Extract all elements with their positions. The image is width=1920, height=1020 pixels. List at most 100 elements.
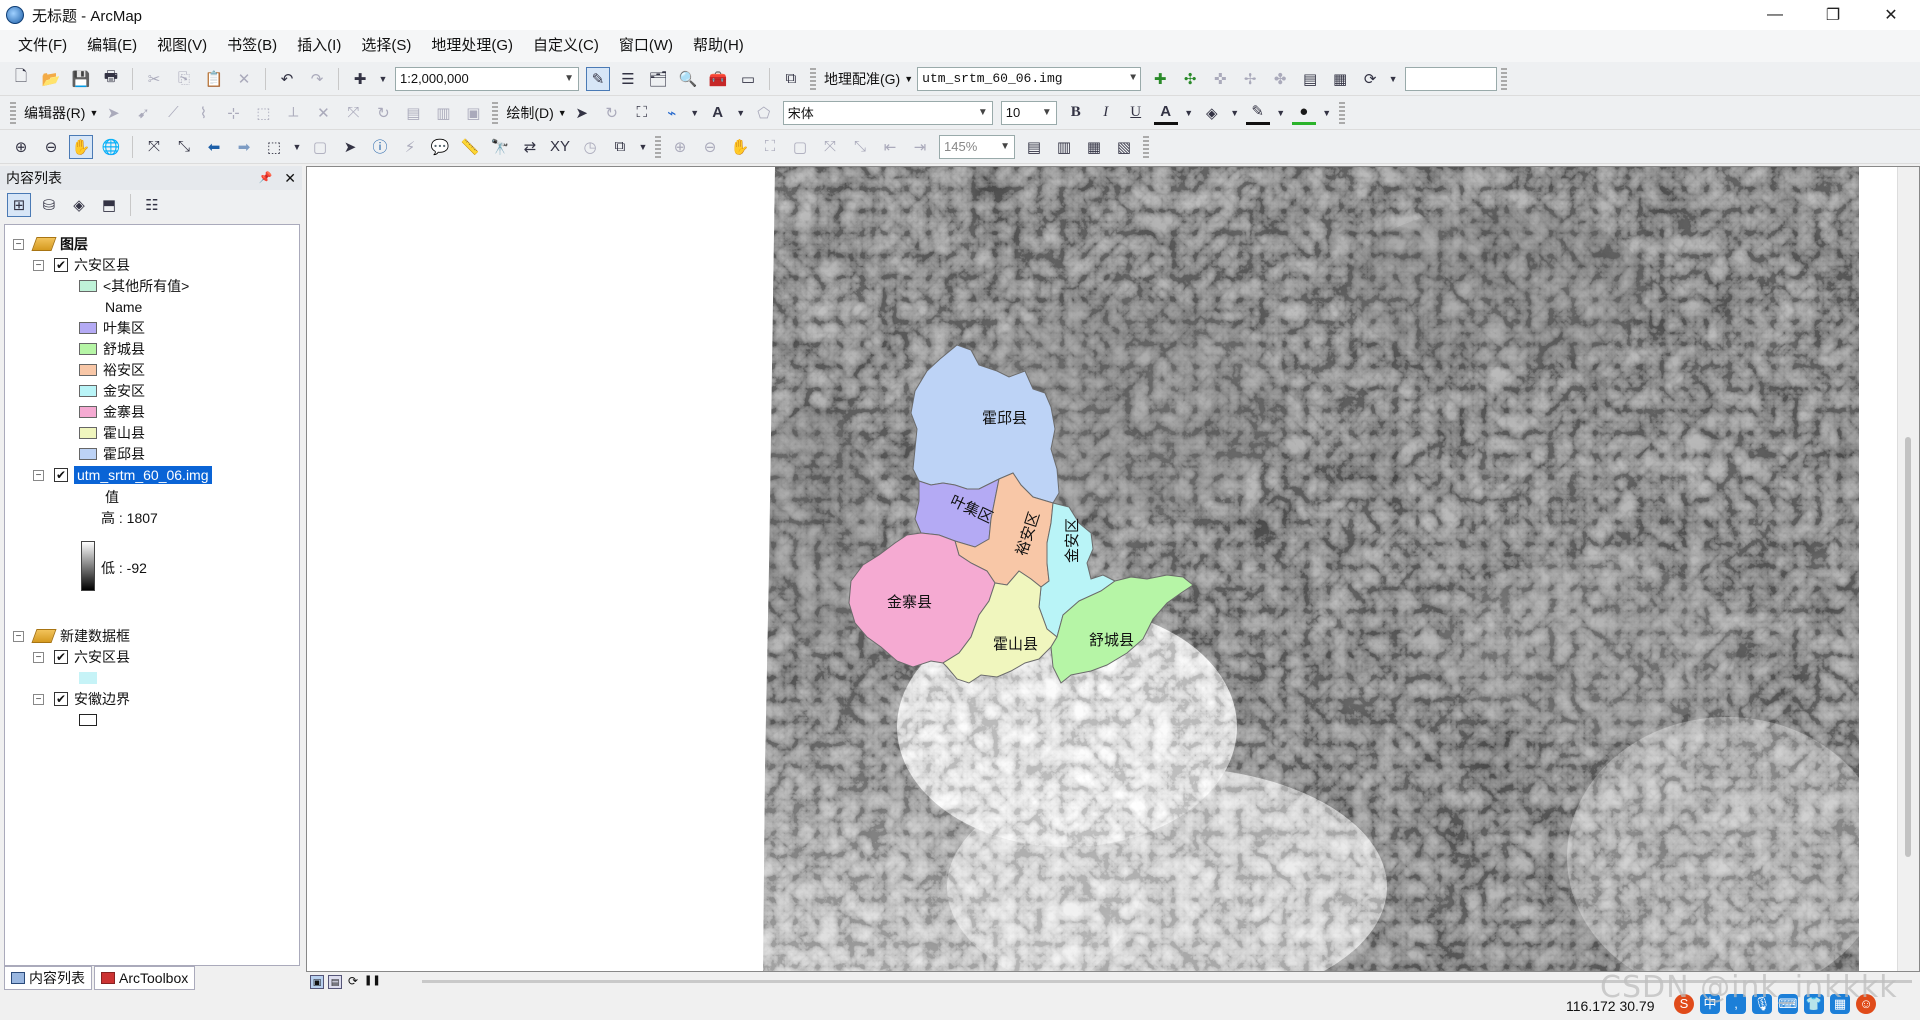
layout-pan-icon[interactable]: ✋ [728,135,752,159]
polyline-icon[interactable]: ⌁ [660,101,684,125]
select-dropdown-icon[interactable]: ▼ [292,135,302,159]
trace-icon[interactable]: ⌇ [191,101,215,125]
back-arrow-icon[interactable]: ⬅ [202,135,226,159]
sketch-properties-icon[interactable]: ▥ [431,101,455,125]
layer-liuan-counties[interactable]: − ✔ 六安区县 [33,254,130,276]
data-view-icon[interactable]: ▣ [310,975,324,989]
create-features-icon[interactable]: ▣ [461,101,485,125]
clear-selection-icon[interactable]: ▢ [308,135,332,159]
list-by-source-icon[interactable]: ⛁ [37,193,61,217]
python-window-icon[interactable]: ▭ [736,67,760,91]
layout-zoom-out-icon[interactable]: ⊖ [698,135,722,159]
font-size-combo[interactable]: 10 ▼ [1000,100,1057,125]
redo-icon[interactable]: ↷ [305,67,329,91]
fixed-zoom-in-icon[interactable]: ⤧ [142,135,166,159]
menu-file[interactable]: 文件(F) [8,30,77,62]
print-icon[interactable]: 🖶 [99,67,123,91]
toc-options-icon[interactable]: ☷ [140,193,164,217]
new-document-icon[interactable]: 🗋 [9,67,33,91]
collapse-icon[interactable]: − [13,238,24,250]
collapse-icon[interactable]: − [13,630,24,642]
tab-arctoolbox[interactable]: ArcToolbox [94,966,196,990]
zoom-whole-page-icon[interactable]: ⛶ [758,135,782,159]
edit-annotation-icon[interactable]: ➹ [131,101,155,125]
previous-extent-layout-icon[interactable]: ⇤ [878,135,902,159]
zoom-100-icon[interactable]: ▢ [788,135,812,159]
menu-help[interactable]: 帮助(H) [683,30,754,62]
edit-tool-icon[interactable]: ➤ [101,101,125,125]
font-color-dropdown-icon[interactable]: ▼ [1184,101,1194,125]
hyperlink-icon[interactable]: ⚡ [398,135,422,159]
marker-color-icon[interactable]: ● [1291,101,1316,125]
layout-view-icon[interactable]: ▤ [328,975,342,989]
next-extent-layout-icon[interactable]: ⇥ [908,135,932,159]
fill-color-icon[interactable]: ◈ [1200,101,1224,125]
edit-vertices-draw-icon[interactable]: ⬠ [752,101,776,125]
pan-hand-icon[interactable]: ✋ [69,134,93,159]
find-route-icon[interactable]: ⇄ [518,135,542,159]
legend-class-yeji[interactable]: 叶集区 [79,317,145,339]
fill-color-dropdown-icon[interactable]: ▼ [1230,101,1240,125]
line-color-dropdown-icon[interactable]: ▼ [1276,101,1286,125]
identify-icon[interactable]: ⓘ [368,135,392,159]
go-to-xy-icon[interactable]: XY [548,135,572,159]
tab-table-of-contents[interactable]: 内容列表 [4,966,92,990]
point-icon[interactable]: ⊹ [221,101,245,125]
layer-visibility-checkbox[interactable]: ✔ [54,692,68,706]
add-data-icon[interactable]: ✚ [348,67,372,91]
undo-icon[interactable]: ↶ [275,67,299,91]
rotate-dropdown-icon[interactable]: ▼ [1388,67,1398,91]
legend-symbol-border[interactable] [79,709,97,731]
cut-polygons-icon[interactable]: ✕ [311,101,335,125]
toolbar-grip[interactable] [810,67,816,90]
fixed-zoom-out-icon[interactable]: ⤡ [172,135,196,159]
attributes-icon[interactable]: ▤ [401,101,425,125]
full-extent-globe-icon[interactable]: 🌐 [99,135,123,159]
create-viewer-icon[interactable]: ⧉ [608,135,632,159]
list-by-drawing-order-icon[interactable]: ⊞ [7,193,31,217]
html-popup-icon[interactable]: 💬 [428,135,452,159]
zoom-in-icon[interactable]: ⊕ [9,135,33,159]
save-icon[interactable]: 💾 [69,67,93,91]
list-by-selection-icon[interactable]: ⬒ [97,193,121,217]
collapse-icon[interactable]: − [33,693,44,705]
add-control-points-icon[interactable]: ✚ [1148,67,1172,91]
change-layout-icon[interactable]: ▦ [1082,135,1106,159]
select-features-icon[interactable]: ⬚ [262,135,286,159]
layer-visibility-checkbox[interactable]: ✔ [54,650,68,664]
pause-drawing-icon[interactable]: ❚❚ [364,975,381,989]
legend-symbol-liuan[interactable] [79,667,97,689]
measure-icon[interactable]: 📏 [458,135,482,159]
menu-edit[interactable]: 编辑(E) [77,30,147,62]
underline-button[interactable]: U [1124,101,1148,125]
toolbar-grip[interactable] [655,135,661,158]
toggle-draft-mode-icon[interactable]: ▤ [1022,135,1046,159]
map-display[interactable]: 霍邱县 叶集区 裕安区 金安区 金寨县 霍山县 舒城县 [306,166,1920,972]
zoom-to-selected-icon[interactable]: ⛶ [630,101,654,125]
search-window-icon[interactable]: 🔍 [676,67,700,91]
drawing-menu[interactable]: 绘制(D) [502,103,557,123]
fixed-zoom-in-layout-icon[interactable]: ⤧ [818,135,842,159]
scrollbar-thumb[interactable] [1905,437,1911,857]
polyline-dropdown-icon[interactable]: ▼ [690,101,700,125]
find-binoculars-icon[interactable]: 🔭 [488,135,512,159]
add-data-dropdown-icon[interactable]: ▼ [378,67,388,91]
focus-data-frame-icon[interactable]: ▥ [1052,135,1076,159]
menu-customize[interactable]: 自定义(C) [523,30,609,62]
open-folder-icon[interactable]: 📂 [39,67,63,91]
editor-toolbar-icon[interactable]: ✎ [586,66,610,91]
layout-zoom-combo[interactable]: 145% ▼ [939,134,1015,159]
viewer-icon[interactable]: ▤ [1298,67,1322,91]
legend-class-huoqiu[interactable]: 霍邱县 [79,443,145,465]
legend-class-other[interactable]: <其他所有值> [79,275,189,297]
viewer-dropdown-icon[interactable]: ▼ [638,135,648,159]
select-link-icon[interactable]: ✜ [1208,67,1232,91]
menu-geoprocessing[interactable]: 地理处理(G) [421,30,523,62]
fixed-zoom-out-layout-icon[interactable]: ⤡ [848,135,872,159]
catalog-icon[interactable]: 🗂 [646,67,670,91]
data-frame-layers[interactable]: − 图层 [13,233,88,255]
table-of-contents-icon[interactable]: ☰ [616,67,640,91]
arctoolbox-icon[interactable]: 🧰 [706,67,730,91]
time-slider-icon[interactable]: ◷ [578,135,602,159]
select-elements-pointer-icon[interactable]: ➤ [338,135,362,159]
